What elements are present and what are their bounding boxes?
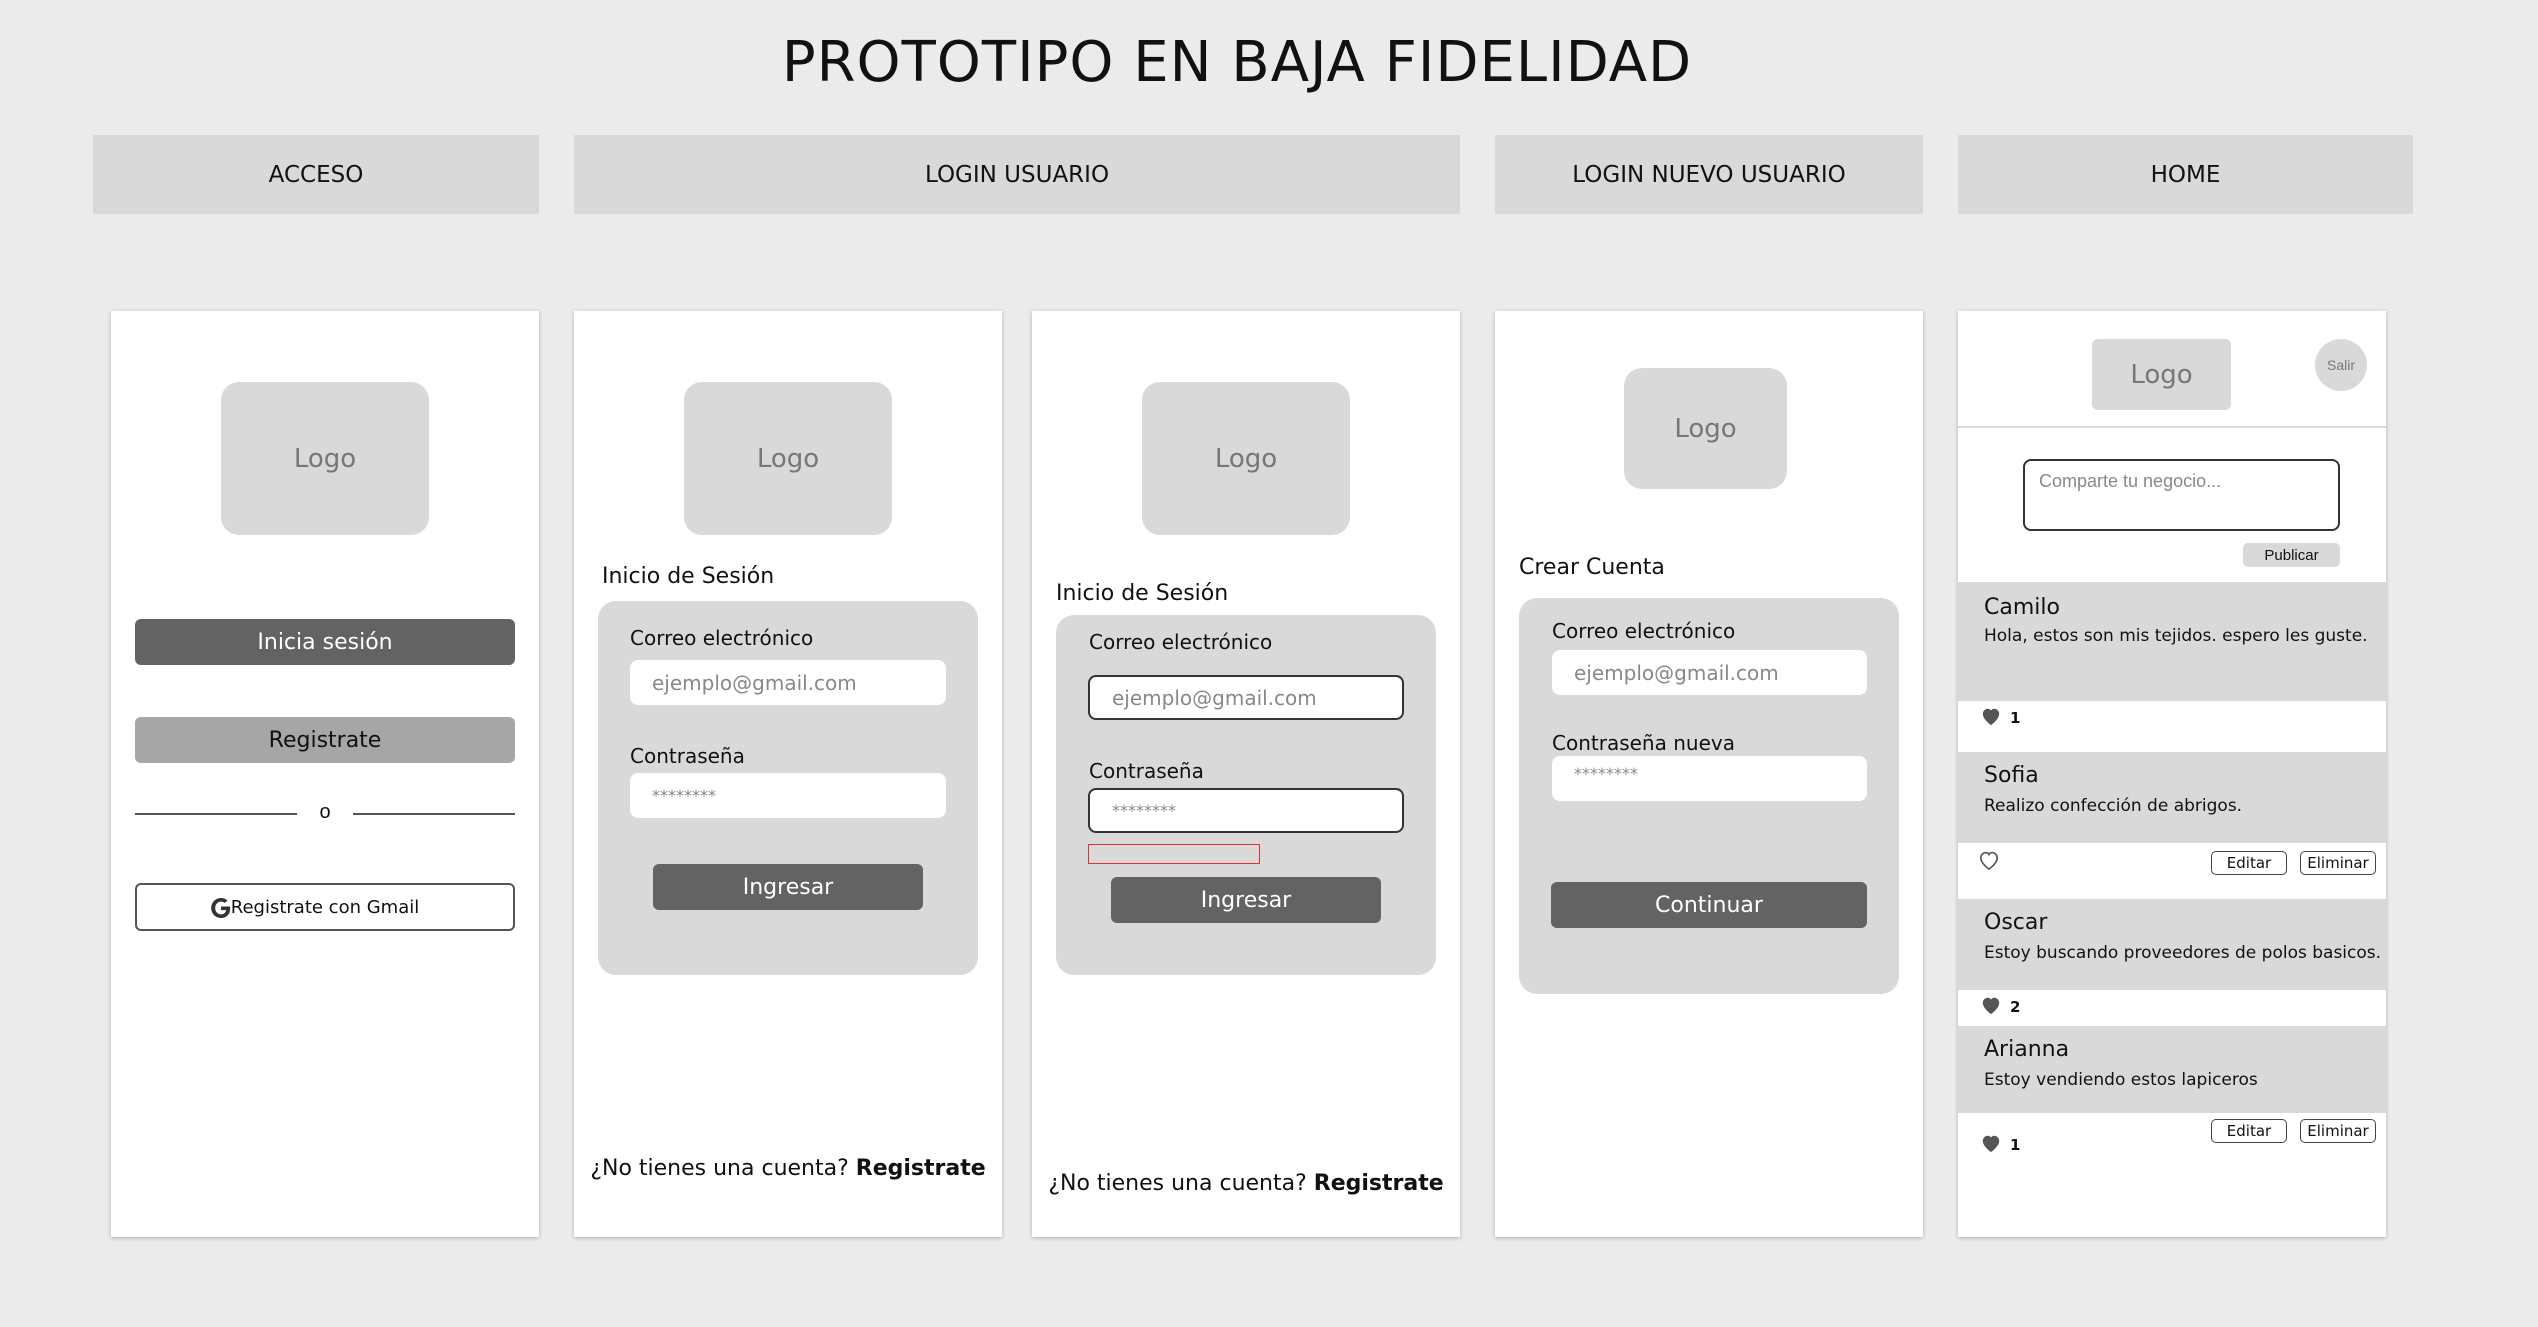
gmail-button-label: Registrate con Gmail bbox=[230, 896, 420, 918]
like-count: 2 bbox=[2010, 998, 2021, 1016]
post-text: Realizo confección de abrigos. bbox=[1984, 796, 2243, 816]
email-label: Correo electrónico bbox=[630, 626, 814, 650]
google-icon bbox=[207, 894, 235, 927]
screen-login-error: Logo Inicio de Sesión Correo electrónico… bbox=[1032, 311, 1460, 1237]
email-field[interactable]: ejemplo@gmail.com bbox=[630, 660, 946, 705]
password-field[interactable]: ******** bbox=[630, 773, 946, 818]
post-author: Sofia bbox=[1984, 763, 2039, 788]
login-button[interactable]: Inicia sesión bbox=[135, 619, 515, 665]
register-prompt: ¿No tienes una cuenta? Registrate bbox=[1032, 1171, 1460, 1196]
post-item: Sofia Realizo confección de abrigos. bbox=[1958, 752, 2386, 843]
post-likes: 2 bbox=[1980, 995, 2020, 1019]
logout-button[interactable]: Salir bbox=[2315, 339, 2367, 391]
separator-line-right bbox=[353, 813, 515, 815]
screen-signup: Logo Crear Cuenta Correo electrónico eje… bbox=[1495, 311, 1923, 1237]
register-question: ¿No tienes una cuenta? bbox=[590, 1156, 849, 1181]
separator-text: o bbox=[319, 801, 331, 823]
post-likes: 1 bbox=[1980, 706, 2020, 730]
logo-placeholder: Logo bbox=[221, 382, 429, 535]
header-login-nuevo-usuario: LOGIN NUEVO USUARIO bbox=[1495, 135, 1923, 214]
logo-placeholder: Logo bbox=[1624, 368, 1787, 489]
edit-button[interactable]: Editar bbox=[2211, 1119, 2287, 1143]
register-prompt: ¿No tienes una cuenta? Registrate bbox=[574, 1156, 1002, 1181]
continue-button[interactable]: Continuar bbox=[1551, 882, 1867, 928]
post-text: Estoy vendiendo estos lapiceros bbox=[1984, 1070, 2258, 1090]
post-item: Arianna Estoy vendiendo estos lapiceros bbox=[1958, 1026, 2386, 1113]
like-count: 1 bbox=[2010, 1136, 2021, 1154]
register-question: ¿No tienes una cuenta? bbox=[1048, 1171, 1307, 1196]
share-business-input[interactable]: Comparte tu negocio... bbox=[2023, 459, 2340, 531]
post-author: Arianna bbox=[1984, 1037, 2070, 1062]
post-text: Estoy buscando proveedores de polos basi… bbox=[1984, 943, 2382, 963]
new-password-label: Contraseña nueva bbox=[1552, 731, 1735, 755]
email-label: Correo electrónico bbox=[1089, 630, 1273, 654]
page-title: PROTOTIPO EN BAJA FIDELIDAD bbox=[781, 30, 1693, 95]
signup-form-panel: Correo electrónico ejemplo@gmail.com Con… bbox=[1519, 598, 1899, 994]
login-form-panel: Correo electrónico ejemplo@gmail.com Con… bbox=[598, 601, 978, 975]
post-author: Camilo bbox=[1984, 595, 2060, 620]
section-title: Crear Cuenta bbox=[1519, 555, 1665, 580]
logo-placeholder: Logo bbox=[1142, 382, 1350, 535]
email-field[interactable]: ejemplo@gmail.com bbox=[1552, 650, 1867, 695]
delete-button[interactable]: Eliminar bbox=[2300, 851, 2376, 875]
email-label: Correo electrónico bbox=[1552, 619, 1736, 643]
password-field[interactable]: ******** bbox=[1088, 788, 1404, 833]
heart-filled-icon[interactable] bbox=[1980, 995, 2002, 1019]
separator-line-left bbox=[135, 813, 297, 815]
logo-placeholder: Logo bbox=[684, 382, 892, 535]
submit-button[interactable]: Ingresar bbox=[1111, 877, 1381, 923]
login-form-panel: Correo electrónico ejemplo@gmail.com Con… bbox=[1056, 615, 1436, 975]
error-message-box bbox=[1088, 844, 1260, 864]
register-button[interactable]: Registrate bbox=[135, 717, 515, 763]
header-acceso: ACCESO bbox=[93, 135, 539, 214]
screen-acceso: Logo Inicia sesión Registrate o Registra… bbox=[111, 311, 539, 1237]
header-home: HOME bbox=[1958, 135, 2413, 214]
register-link[interactable]: Registrate bbox=[1314, 1171, 1444, 1196]
email-field[interactable]: ejemplo@gmail.com bbox=[1088, 675, 1404, 720]
heart-outline-icon[interactable] bbox=[1978, 850, 2000, 875]
post-item: Camilo Hola, estos son mis tejidos. espe… bbox=[1958, 582, 2386, 701]
post-author: Oscar bbox=[1984, 910, 2048, 935]
password-label: Contraseña bbox=[630, 744, 745, 768]
like-count: 1 bbox=[2010, 709, 2021, 727]
post-text: Hola, estos son mis tejidos. espero les … bbox=[1984, 626, 2368, 646]
screen-login: Logo Inicio de Sesión Correo electrónico… bbox=[574, 311, 1002, 1237]
section-title: Inicio de Sesión bbox=[602, 564, 775, 589]
publish-button[interactable]: Publicar bbox=[2243, 543, 2340, 567]
new-password-field[interactable]: ******** bbox=[1552, 756, 1867, 801]
register-link[interactable]: Registrate bbox=[856, 1156, 986, 1181]
heart-filled-icon[interactable] bbox=[1980, 706, 2002, 730]
screen-home: Logo Salir Comparte tu negocio... Public… bbox=[1958, 311, 2386, 1237]
post-item: Oscar Estoy buscando proveedores de polo… bbox=[1958, 899, 2386, 990]
submit-button[interactable]: Ingresar bbox=[653, 864, 923, 910]
header-login-usuario: LOGIN USUARIO bbox=[574, 135, 1460, 214]
section-title: Inicio de Sesión bbox=[1056, 581, 1229, 606]
gmail-register-button[interactable]: Registrate con Gmail bbox=[135, 883, 515, 931]
logo-placeholder: Logo bbox=[2092, 339, 2231, 410]
header-divider bbox=[1958, 426, 2386, 428]
heart-filled-icon[interactable] bbox=[1980, 1133, 2002, 1157]
password-label: Contraseña bbox=[1089, 759, 1204, 783]
delete-button[interactable]: Eliminar bbox=[2300, 1119, 2376, 1143]
post-likes: 1 bbox=[1980, 1133, 2020, 1157]
edit-button[interactable]: Editar bbox=[2211, 851, 2287, 875]
